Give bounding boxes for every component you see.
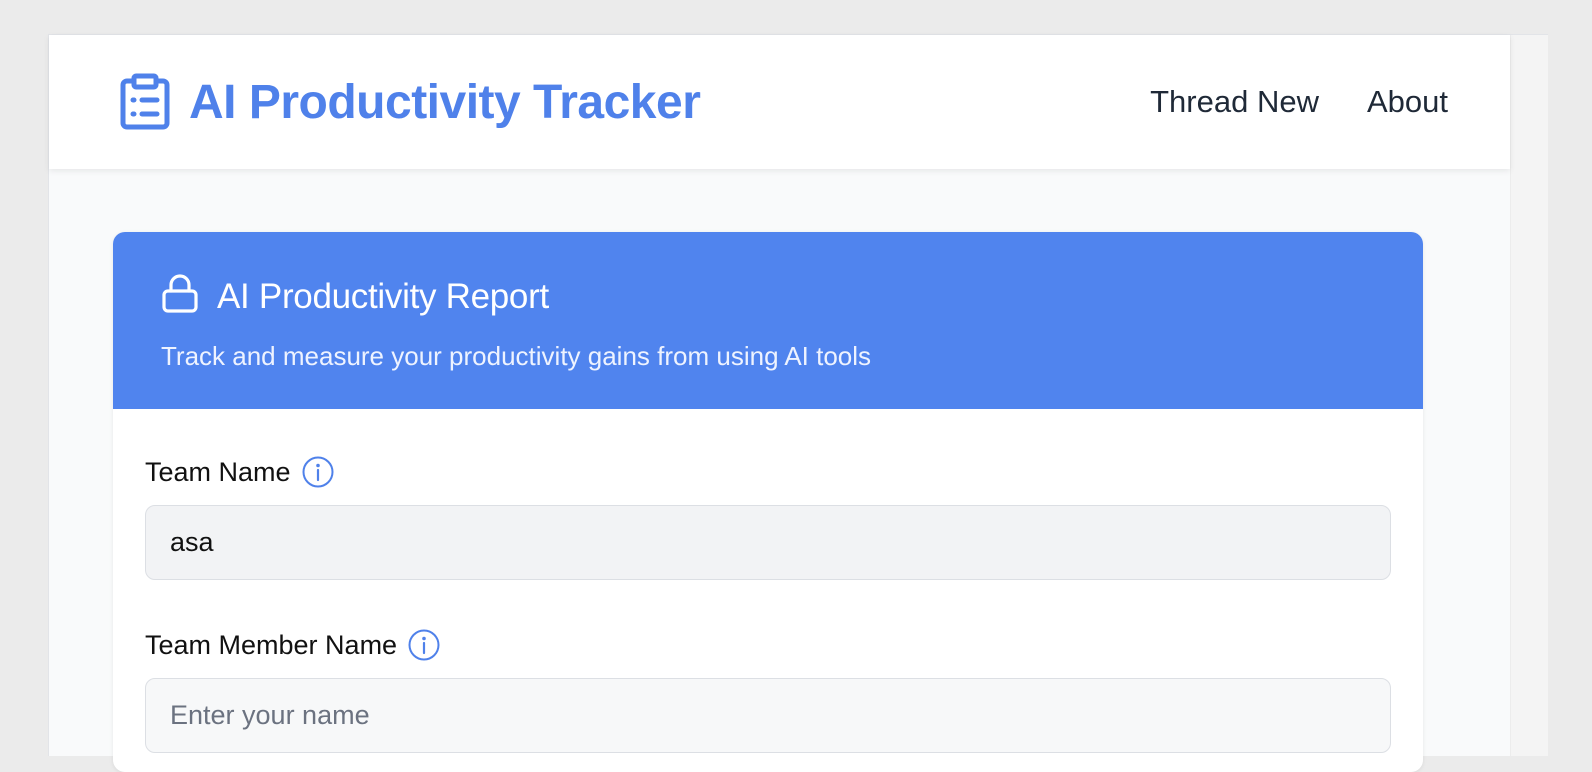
- app-title: AI Productivity Tracker: [189, 75, 701, 129]
- team-member-name-input[interactable]: [145, 678, 1391, 753]
- clipboard-list-icon: [119, 73, 171, 131]
- report-title: AI Productivity Report: [217, 276, 549, 316]
- team-member-name-field: Team Member Name: [145, 628, 1391, 753]
- report-subtitle: Track and measure your productivity gain…: [161, 341, 872, 371]
- team-name-label-row: Team Name: [145, 455, 1391, 489]
- scrollbar-track[interactable]: [1510, 35, 1548, 756]
- report-card-header: AI Productivity Report Track and measure…: [113, 232, 1423, 409]
- team-name-field: Team Name: [145, 455, 1391, 580]
- nav-link-about[interactable]: About: [1367, 84, 1448, 120]
- browser-viewport: AI Productivity Tracker Thread New About…: [48, 34, 1548, 772]
- navbar: AI Productivity Tracker Thread New About: [49, 35, 1510, 169]
- lock-icon: [161, 274, 199, 319]
- nav-links: Thread New About: [1150, 84, 1448, 120]
- nav-link-thread-new[interactable]: Thread New: [1150, 84, 1319, 120]
- team-member-name-info-icon[interactable]: [407, 628, 441, 662]
- team-name-label: Team Name: [145, 456, 291, 487]
- team-member-name-label: Team Member Name: [145, 629, 398, 660]
- report-card: AI Productivity Report Track and measure…: [113, 232, 1423, 772]
- brand[interactable]: AI Productivity Tracker: [119, 73, 701, 131]
- team-name-input[interactable]: [145, 505, 1391, 580]
- report-form: Team Name Team Member Name: [113, 409, 1423, 753]
- report-title-row: AI Productivity Report: [161, 274, 1375, 319]
- team-member-name-label-row: Team Member Name: [145, 628, 1391, 662]
- team-name-info-icon[interactable]: [301, 455, 335, 489]
